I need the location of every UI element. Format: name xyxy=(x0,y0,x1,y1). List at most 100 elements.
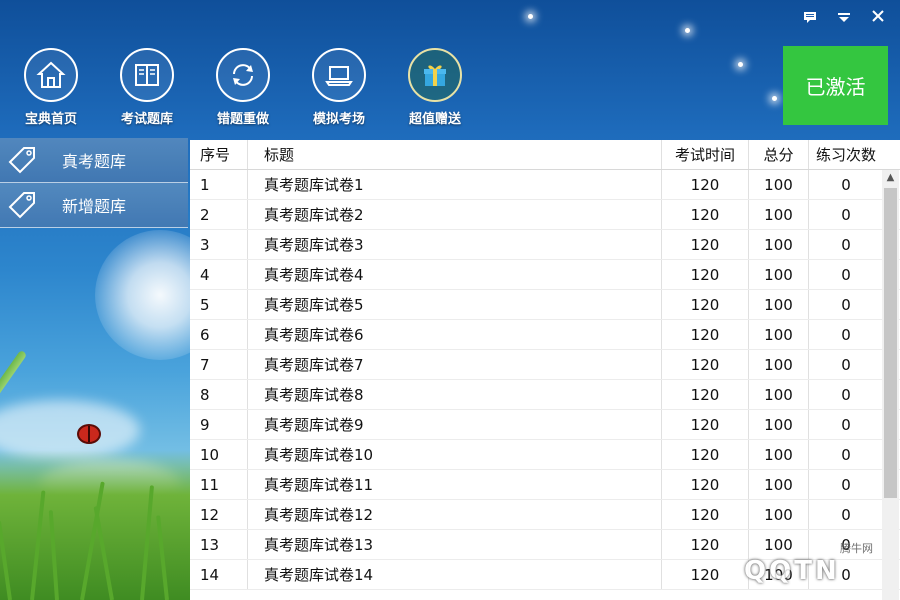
cell-title: 真考题库试卷14 xyxy=(248,560,662,589)
cell-title: 真考题库试卷5 xyxy=(248,290,662,319)
cell-practice-count: 0 xyxy=(841,205,851,224)
cell-index: 11 xyxy=(190,470,248,499)
cell-total-score: 100 xyxy=(749,170,809,199)
main-toolbar: 宝典首页 考试题库 错题重做 模拟考场 超值赠送 xyxy=(18,48,468,127)
cell-exam-time: 120 xyxy=(662,170,749,199)
cell-index: 8 xyxy=(190,380,248,409)
cell-total-score: 100 xyxy=(749,410,809,439)
ladybug-decoration xyxy=(77,424,101,444)
cell-total-score: 100 xyxy=(749,500,809,529)
cell-title: 真考题库试卷1 xyxy=(248,170,662,199)
table-row[interactable]: 6 真考题库试卷6 120 100 0 xyxy=(190,320,900,350)
cell-total-score: 100 xyxy=(749,350,809,379)
table-header: 序号 标题 考试时间 总分 练习次数 xyxy=(190,140,900,170)
table-row[interactable]: 10 真考题库试卷10 120 100 0 xyxy=(190,440,900,470)
cell-practice-count: 0 xyxy=(841,415,851,434)
table-row[interactable]: 8 真考题库试卷8 120 100 0 xyxy=(190,380,900,410)
cell-index: 13 xyxy=(190,530,248,559)
watermark-logo: 腾牛网 QQTN xyxy=(700,540,895,596)
table-row[interactable]: 3 真考题库试卷3 120 100 0 xyxy=(190,230,900,260)
gift-button[interactable]: 超值赠送 xyxy=(402,48,468,127)
cell-title: 真考题库试卷13 xyxy=(248,530,662,559)
cell-title: 真考题库试卷9 xyxy=(248,410,662,439)
refresh-icon xyxy=(216,48,270,102)
cell-index: 3 xyxy=(190,230,248,259)
activated-button[interactable]: 已激活 xyxy=(783,46,888,125)
cell-exam-time: 120 xyxy=(662,470,749,499)
table-row[interactable]: 12 真考题库试卷12 120 100 0 xyxy=(190,500,900,530)
cell-practice-count: 0 xyxy=(841,505,851,524)
scroll-thumb[interactable] xyxy=(884,188,897,498)
table-row[interactable]: 2 真考题库试卷2 120 100 0 xyxy=(190,200,900,230)
cell-exam-time: 120 xyxy=(662,290,749,319)
table-row[interactable]: 1 真考题库试卷1 120 100 0 xyxy=(190,170,900,200)
vertical-scrollbar[interactable]: ▲ xyxy=(882,170,899,600)
cell-index: 7 xyxy=(190,350,248,379)
mock-exam-label: 模拟考场 xyxy=(312,112,365,127)
table-row[interactable]: 11 真考题库试卷11 120 100 0 xyxy=(190,470,900,500)
wrong-redo-button[interactable]: 错题重做 xyxy=(210,48,276,127)
cell-title: 真考题库试卷2 xyxy=(248,200,662,229)
cell-index: 2 xyxy=(190,200,248,229)
laptop-icon xyxy=(312,48,366,102)
scroll-up-icon[interactable]: ▲ xyxy=(882,170,899,186)
cell-exam-time: 120 xyxy=(662,380,749,409)
cell-total-score: 100 xyxy=(749,290,809,319)
sidebar-item-real-exam-bank[interactable]: 真考题库 xyxy=(0,138,188,183)
header-exam-time[interactable]: 考试时间 xyxy=(662,140,749,169)
cell-index: 14 xyxy=(190,560,248,589)
cell-practice-count: 0 xyxy=(841,385,851,404)
cell-total-score: 100 xyxy=(749,380,809,409)
cell-index: 12 xyxy=(190,500,248,529)
cell-total-score: 100 xyxy=(749,230,809,259)
wrong-redo-label: 错题重做 xyxy=(216,112,269,127)
cell-exam-time: 120 xyxy=(662,230,749,259)
watermark-text: QQTN xyxy=(744,556,840,586)
cell-index: 10 xyxy=(190,440,248,469)
cell-title: 真考题库试卷7 xyxy=(248,350,662,379)
cell-title: 真考题库试卷8 xyxy=(248,380,662,409)
gift-label: 超值赠送 xyxy=(408,112,461,127)
dropdown-icon[interactable] xyxy=(834,8,854,28)
cell-index: 5 xyxy=(190,290,248,319)
cell-title: 真考题库试卷3 xyxy=(248,230,662,259)
cell-total-score: 100 xyxy=(749,320,809,349)
cell-exam-time: 120 xyxy=(662,320,749,349)
cell-exam-time: 120 xyxy=(662,440,749,469)
header-index[interactable]: 序号 xyxy=(190,140,248,169)
home-icon xyxy=(24,48,78,102)
cell-title: 真考题库试卷6 xyxy=(248,320,662,349)
table-row[interactable]: 4 真考题库试卷4 120 100 0 xyxy=(190,260,900,290)
cell-practice-count: 0 xyxy=(841,265,851,284)
cell-title: 真考题库试卷4 xyxy=(248,260,662,289)
cell-total-score: 100 xyxy=(749,470,809,499)
header-title[interactable]: 标题 xyxy=(248,140,662,169)
watermark-small-text: 腾牛网 xyxy=(840,542,873,555)
cell-practice-count: 0 xyxy=(841,475,851,494)
cell-total-score: 100 xyxy=(749,200,809,229)
question-bank-button[interactable]: 考试题库 xyxy=(114,48,180,127)
close-icon[interactable] xyxy=(868,8,888,28)
header-total-score[interactable]: 总分 xyxy=(749,140,809,169)
table-row[interactable]: 7 真考题库试卷7 120 100 0 xyxy=(190,350,900,380)
cell-practice-count: 0 xyxy=(841,355,851,374)
home-button[interactable]: 宝典首页 xyxy=(18,48,84,127)
question-bank-label: 考试题库 xyxy=(120,112,173,127)
table-row[interactable]: 9 真考题库试卷9 120 100 0 xyxy=(190,410,900,440)
cell-practice-count: 0 xyxy=(841,325,851,344)
cell-practice-count: 0 xyxy=(841,175,851,194)
table-row[interactable]: 5 真考题库试卷5 120 100 0 xyxy=(190,290,900,320)
sidebar-item-new-bank[interactable]: 新增题库 xyxy=(0,183,188,228)
cell-total-score: 100 xyxy=(749,260,809,289)
book-icon xyxy=(120,48,174,102)
mock-exam-button[interactable]: 模拟考场 xyxy=(306,48,372,127)
cell-title: 真考题库试卷11 xyxy=(248,470,662,499)
message-icon[interactable] xyxy=(800,8,820,28)
sidebar-item-label: 新增题库 xyxy=(62,197,127,216)
cell-exam-time: 120 xyxy=(662,260,749,289)
tag-icon xyxy=(2,140,42,180)
window-controls xyxy=(800,8,888,28)
cell-title: 真考题库试卷12 xyxy=(248,500,662,529)
header-practice-count[interactable]: 练习次数 xyxy=(809,140,883,169)
cell-exam-time: 120 xyxy=(662,500,749,529)
